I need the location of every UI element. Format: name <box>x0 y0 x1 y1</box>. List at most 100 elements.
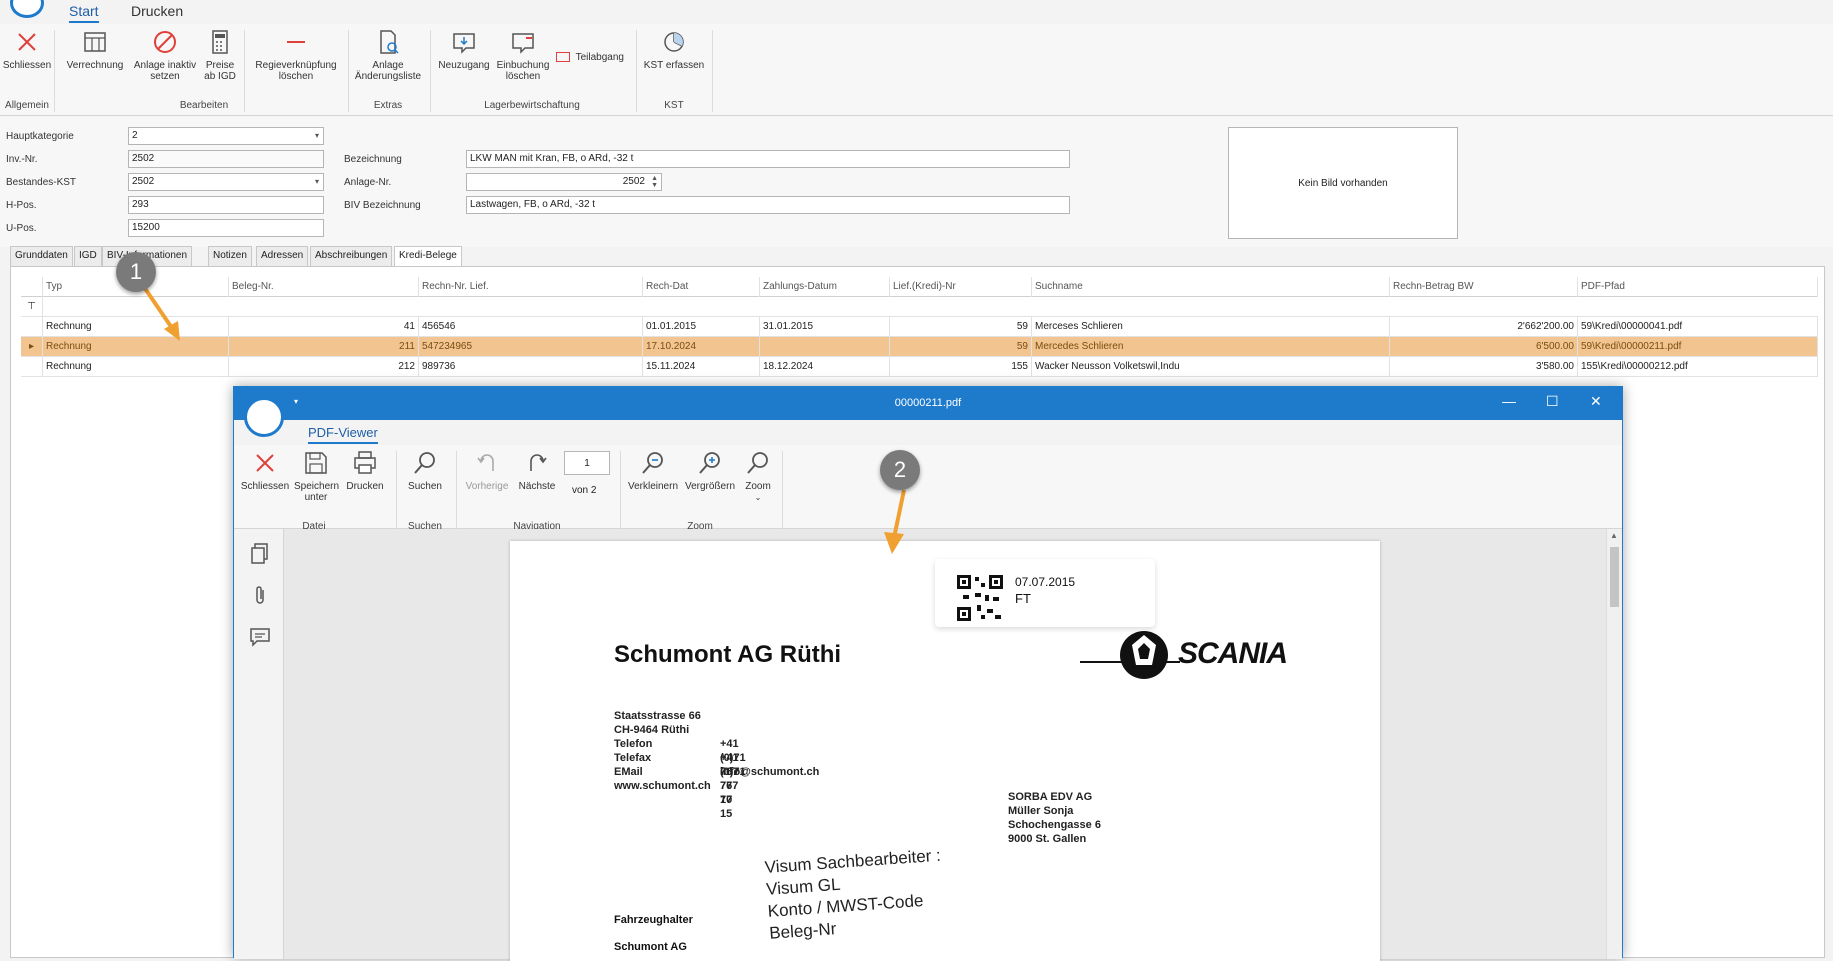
tab-abschreibungen[interactable]: Abschreibungen <box>310 246 393 266</box>
print-button[interactable]: Drucken <box>342 449 388 492</box>
tab-start[interactable]: Start <box>69 3 99 23</box>
pages-icon[interactable] <box>248 541 272 565</box>
cell-pdf-pfad: 59\Kredi\00000041.pdf <box>1578 317 1818 337</box>
pdf-close-button[interactable]: Schliessen <box>240 449 290 492</box>
cell-zahlungs-datum: 18.12.2024 <box>760 357 890 377</box>
tab-kredi-belege[interactable]: Kredi-Belege <box>394 246 462 267</box>
fahrzeughalter-value: Schumont AG <box>614 941 687 953</box>
table-row-selected[interactable]: ▸ Rechnung 211 547234965 17.10.2024 59 M… <box>21 337 1818 357</box>
pdf-page[interactable]: 07.07.2015 FT Schumont AG Rüthi SCANIA S… <box>510 541 1380 961</box>
u-pos-label: U-Pos. <box>6 223 37 234</box>
cell-zahlungs-datum: 31.01.2015 <box>760 317 890 337</box>
grid-filter-row[interactable]: ⊤ <box>21 297 1818 317</box>
biv-bezeichnung-field[interactable]: Lastwagen, FB, o ARd, -32 t <box>466 196 1070 214</box>
u-pos-field[interactable]: 15200 <box>128 219 324 237</box>
column-header-suchname[interactable]: Suchname <box>1032 277 1390 297</box>
column-header-beleg-nr[interactable]: Beleg-Nr. <box>229 277 419 297</box>
preise-igd-button[interactable]: Preise ab IGD <box>202 28 238 82</box>
pdf-vertical-scrollbar[interactable]: ▲ <box>1606 529 1622 959</box>
column-header-lief-nr[interactable]: Lief.(Kredi)-Nr <box>890 277 1032 297</box>
cell-rechn-nr: 456546 <box>419 317 643 337</box>
page-count-label: von 2 <box>572 485 597 496</box>
tab-grunddaten[interactable]: Grunddaten <box>10 246 73 266</box>
address-line: CH-9464 Rüthi <box>614 724 690 736</box>
close-button[interactable]: Schliessen <box>2 28 52 71</box>
chevron-down-icon[interactable]: ⌄ <box>740 492 776 503</box>
row-indicator[interactable] <box>21 317 43 337</box>
brand-name: SCANIA <box>1178 637 1288 670</box>
bezeichnung-field[interactable]: LKW MAN mit Kran, FB, o ARd, -32 t <box>466 150 1070 168</box>
neuzugang-button[interactable]: Neuzugang <box>436 28 492 71</box>
maximize-icon[interactable]: ☐ <box>1546 393 1559 410</box>
column-header-rech-dat[interactable]: Rech-Dat <box>643 277 760 297</box>
save-as-button[interactable]: Speichern unter <box>292 449 340 503</box>
tab-igd[interactable]: IGD <box>74 246 102 266</box>
table-row[interactable]: Rechnung 41 456546 01.01.2015 31.01.2015… <box>21 317 1818 337</box>
einbuchung-loeschen-button[interactable]: Einbuchung löschen <box>494 28 552 82</box>
group-label-kst: KST <box>664 100 684 111</box>
chevron-down-icon[interactable]: ▾ <box>315 131 319 140</box>
column-header-rechn-betrag[interactable]: Rechn-Betrag BW <box>1390 277 1578 297</box>
scania-logo: SCANIA <box>1080 625 1330 685</box>
previous-page-button[interactable]: Vorherige <box>462 449 512 492</box>
comment-icon[interactable] <box>248 625 272 649</box>
kst-erfassen-button[interactable]: KST erfassen <box>640 28 708 71</box>
chevron-down-icon[interactable]: ▾ <box>315 177 319 186</box>
spinner-arrows-icon[interactable]: ▲ ▼ <box>651 175 658 189</box>
table-row[interactable]: Rechnung 212 989736 15.11.2024 18.12.202… <box>21 357 1818 377</box>
anlage-inaktiv-button[interactable]: Anlage inaktiv setzen <box>130 28 200 82</box>
scroll-up-icon[interactable]: ▲ <box>1610 531 1618 540</box>
cell-rech-dat: 01.01.2015 <box>643 317 760 337</box>
column-header-zahlungs-datum[interactable]: Zahlungs-Datum <box>760 277 890 297</box>
zoom-menu-button[interactable]: Zoom ⌄ <box>740 449 776 503</box>
tab-drucken[interactable]: Drucken <box>131 3 183 19</box>
row-pointer-icon[interactable]: ▸ <box>21 337 43 357</box>
hauptkategorie-select[interactable]: 2 ▾ <box>128 127 324 145</box>
pdf-app-logo-icon[interactable] <box>244 397 284 437</box>
stamp-date: 07.07.2015 <box>1015 575 1076 589</box>
bestandes-kst-select[interactable]: 2502 ▾ <box>128 173 324 191</box>
hauptkategorie-label: Hauptkategorie <box>6 131 74 142</box>
save-icon <box>305 452 327 474</box>
cell-typ: Rechnung <box>43 317 229 337</box>
tab-adressen[interactable]: Adressen <box>256 246 309 266</box>
row-indicator[interactable] <box>21 357 43 377</box>
callout-1: 1 <box>116 252 156 292</box>
search-button[interactable]: Suchen <box>402 449 448 492</box>
tab-notizen[interactable]: Notizen <box>208 246 252 266</box>
app-logo-icon[interactable] <box>10 0 44 18</box>
attachment-icon[interactable] <box>248 583 272 607</box>
aenderungsliste-button[interactable]: Anlage Änderungsliste <box>352 28 424 82</box>
group-label-allgemein: Allgemein <box>5 100 49 111</box>
printer-icon <box>354 451 376 474</box>
inv-nr-field[interactable]: 2502 <box>128 150 324 168</box>
cell-zahlungs-datum <box>760 337 890 357</box>
close-window-icon[interactable]: ✕ <box>1590 393 1602 410</box>
next-page-button[interactable]: Nächste <box>514 449 560 492</box>
tab-pdf-viewer[interactable]: PDF-Viewer <box>308 425 378 444</box>
cell-rechn-betrag: 6'500.00 <box>1390 337 1578 357</box>
contact-row: Telefax +41 (0)71 767 77 15 <box>614 752 746 820</box>
page-number-input[interactable]: 1 <box>564 451 610 475</box>
teilabgang-button[interactable]: Teilabgang <box>556 52 630 63</box>
asset-form: Hauptkategorie 2 ▾ Inv.-Nr. 2502 Bestand… <box>0 117 1833 247</box>
column-header-rechn-nr[interactable]: Rechn-Nr. Lief. <box>419 277 643 297</box>
column-header-pdf-pfad[interactable]: PDF-Pfad <box>1578 277 1818 297</box>
scrollbar-thumb[interactable] <box>1610 547 1619 607</box>
regie-loeschen-button[interactable]: Regieverknüpfung löschen <box>250 28 342 82</box>
anlage-nr-stepper[interactable]: 2502 ▲ ▼ <box>466 173 662 191</box>
cell-typ: Rechnung <box>43 337 229 357</box>
address-line: Staatsstrasse 66 <box>614 710 701 722</box>
bestandes-kst-label: Bestandes-KST <box>6 177 77 188</box>
zoom-in-button[interactable]: Vergrößern <box>682 449 738 492</box>
zoom-out-button[interactable]: Verkleinern <box>626 449 680 492</box>
pdf-viewer-titlebar[interactable]: ▾ 00000211.pdf — ☐ ✕ <box>234 387 1622 420</box>
search-icon <box>414 452 435 474</box>
h-pos-field[interactable]: 293 <box>128 196 324 214</box>
filter-icon[interactable]: ⊤ <box>21 297 43 317</box>
cell-rech-dat: 17.10.2024 <box>643 337 760 357</box>
group-separator <box>54 30 55 112</box>
minimize-icon[interactable]: — <box>1502 393 1516 409</box>
asset-picture-box[interactable]: Kein Bild vorhanden <box>1228 127 1458 239</box>
verrechnung-button[interactable]: Verrechnung <box>64 28 126 71</box>
